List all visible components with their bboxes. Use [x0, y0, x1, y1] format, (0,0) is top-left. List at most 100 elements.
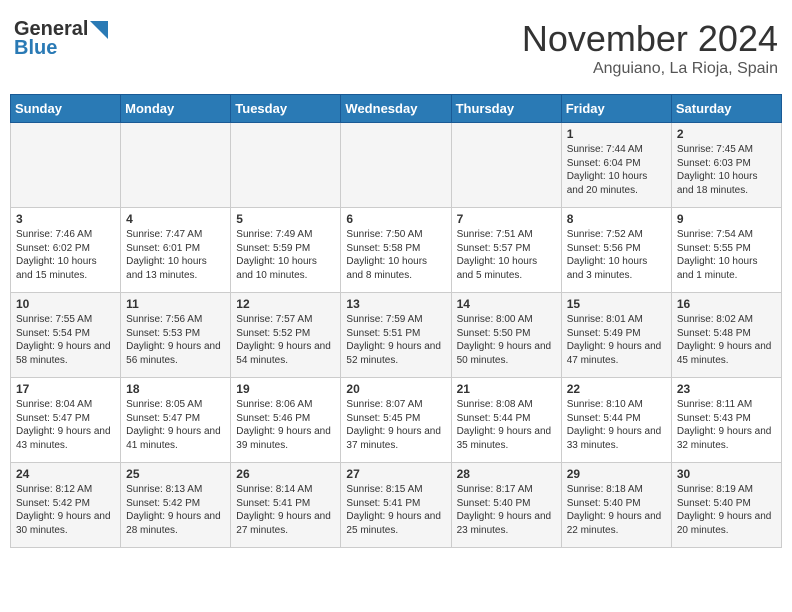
day-number: 17: [16, 382, 115, 396]
day-number: 14: [457, 297, 556, 311]
day-number: 21: [457, 382, 556, 396]
day-number: 13: [346, 297, 445, 311]
day-content: Sunrise: 8:15 AM Sunset: 5:41 PM Dayligh…: [346, 483, 445, 537]
day-number: 27: [346, 467, 445, 481]
calendar-day-9: 9Sunrise: 7:54 AM Sunset: 5:55 PM Daylig…: [671, 208, 781, 293]
calendar-day-14: 14 Sunrise: 8:00 AM Sunset: 5:50 PM Dayli…: [451, 293, 561, 378]
day-content: Sunrise: 7:49 AM Sunset: 5:59 PM Dayligh…: [236, 228, 335, 282]
calendar-day-28: 28 Sunrise: 8:17 AM Sunset: 5:40 PM Dayli…: [451, 463, 561, 548]
weekday-header-monday: Monday: [121, 95, 231, 123]
day-content: Sunrise: 7:52 AM Sunset: 5:56 PM Dayligh…: [567, 228, 666, 282]
day-number: 6: [346, 212, 445, 226]
calendar-table: SundayMondayTuesdayWednesdayThursdayFrid…: [10, 94, 782, 548]
calendar-day-15: 15 Sunrise: 8:01 AM Sunset: 5:49 PM Dayli…: [561, 293, 671, 378]
day-number: 11: [126, 297, 225, 311]
calendar-day-30: 30 Sunrise: 8:19 AM Sunset: 5:40 PM Dayli…: [671, 463, 781, 548]
day-content: Sunrise: 8:05 AM Sunset: 5:47 PM Dayligh…: [126, 398, 225, 452]
weekday-header-saturday: Saturday: [671, 95, 781, 123]
calendar-day-6: 6 Sunrise: 7:50 AM Sunset: 5:58 PM Daylig…: [341, 208, 451, 293]
calendar-day-18: 18 Sunrise: 8:05 AM Sunset: 5:47 PM Dayli…: [121, 378, 231, 463]
day-content: Sunrise: 7:56 AM Sunset: 5:53 PM Dayligh…: [126, 313, 225, 367]
day-content: Sunrise: 7:50 AM Sunset: 5:58 PM Dayligh…: [346, 228, 445, 282]
day-content: Sunrise: 8:06 AM Sunset: 5:46 PM Dayligh…: [236, 398, 335, 452]
day-content: Sunrise: 8:12 AM Sunset: 5:42 PM Dayligh…: [16, 483, 115, 537]
day-number: 15: [567, 297, 666, 311]
calendar-day-19: 19 Sunrise: 8:06 AM Sunset: 5:46 PM Dayli…: [231, 378, 341, 463]
day-content: Sunrise: 7:54 AM Sunset: 5:55 PM Dayligh…: [677, 228, 776, 282]
logo: General Blue: [14, 18, 108, 60]
calendar-empty-cell: [231, 123, 341, 208]
day-content: Sunrise: 7:59 AM Sunset: 5:51 PM Dayligh…: [346, 313, 445, 367]
calendar-day-1: 1 Sunrise: 7:44 AM Sunset: 6:04 PM Daylig…: [561, 123, 671, 208]
logo-icon: [90, 21, 108, 39]
calendar-day-13: 13 Sunrise: 7:59 AM Sunset: 5:51 PM Dayli…: [341, 293, 451, 378]
day-content: Sunrise: 8:02 AM Sunset: 5:48 PM Dayligh…: [677, 313, 776, 367]
calendar-day-3: 3Sunrise: 7:46 AM Sunset: 6:02 PM Daylig…: [11, 208, 121, 293]
day-number: 8: [567, 212, 666, 226]
day-number: 23: [677, 382, 776, 396]
calendar-empty-cell: [11, 123, 121, 208]
calendar-day-8: 8 Sunrise: 7:52 AM Sunset: 5:56 PM Daylig…: [561, 208, 671, 293]
weekday-header-thursday: Thursday: [451, 95, 561, 123]
day-content: Sunrise: 7:47 AM Sunset: 6:01 PM Dayligh…: [126, 228, 225, 282]
day-number: 19: [236, 382, 335, 396]
day-number: 3: [16, 212, 115, 226]
day-content: Sunrise: 8:00 AM Sunset: 5:50 PM Dayligh…: [457, 313, 556, 367]
day-number: 18: [126, 382, 225, 396]
calendar-day-4: 4Sunrise: 7:47 AM Sunset: 6:01 PM Daylig…: [121, 208, 231, 293]
title-block: November 2024 Anguiano, La Rioja, Spain: [522, 18, 778, 78]
day-number: 29: [567, 467, 666, 481]
calendar-week-2: 3Sunrise: 7:46 AM Sunset: 6:02 PM Daylig…: [11, 208, 782, 293]
day-content: Sunrise: 7:55 AM Sunset: 5:54 PM Dayligh…: [16, 313, 115, 367]
calendar-day-7: 7Sunrise: 7:51 AM Sunset: 5:57 PM Daylig…: [451, 208, 561, 293]
day-content: Sunrise: 8:17 AM Sunset: 5:40 PM Dayligh…: [457, 483, 556, 537]
day-number: 26: [236, 467, 335, 481]
day-number: 1: [567, 127, 666, 141]
page-header: General Blue November 2024 Anguiano, La …: [10, 10, 782, 86]
weekday-header-row: SundayMondayTuesdayWednesdayThursdayFrid…: [11, 95, 782, 123]
day-number: 20: [346, 382, 445, 396]
day-content: Sunrise: 8:14 AM Sunset: 5:41 PM Dayligh…: [236, 483, 335, 537]
logo-blue: Blue: [14, 37, 57, 60]
day-content: Sunrise: 8:13 AM Sunset: 5:42 PM Dayligh…: [126, 483, 225, 537]
calendar-day-24: 24 Sunrise: 8:12 AM Sunset: 5:42 PM Dayli…: [11, 463, 121, 548]
weekday-header-tuesday: Tuesday: [231, 95, 341, 123]
day-number: 10: [16, 297, 115, 311]
day-content: Sunrise: 7:45 AM Sunset: 6:03 PM Dayligh…: [677, 143, 776, 197]
weekday-header-friday: Friday: [561, 95, 671, 123]
day-number: 24: [16, 467, 115, 481]
calendar-day-17: 17Sunrise: 8:04 AM Sunset: 5:47 PM Dayli…: [11, 378, 121, 463]
calendar-day-25: 25 Sunrise: 8:13 AM Sunset: 5:42 PM Dayli…: [121, 463, 231, 548]
calendar-day-11: 11 Sunrise: 7:56 AM Sunset: 5:53 PM Dayli…: [121, 293, 231, 378]
day-content: Sunrise: 8:01 AM Sunset: 5:49 PM Dayligh…: [567, 313, 666, 367]
day-content: Sunrise: 7:44 AM Sunset: 6:04 PM Dayligh…: [567, 143, 666, 197]
calendar-day-27: 27 Sunrise: 8:15 AM Sunset: 5:41 PM Dayli…: [341, 463, 451, 548]
day-number: 16: [677, 297, 776, 311]
calendar-day-16: 16 Sunrise: 8:02 AM Sunset: 5:48 PM Dayli…: [671, 293, 781, 378]
day-content: Sunrise: 8:19 AM Sunset: 5:40 PM Dayligh…: [677, 483, 776, 537]
day-content: Sunrise: 8:07 AM Sunset: 5:45 PM Dayligh…: [346, 398, 445, 452]
day-number: 30: [677, 467, 776, 481]
day-number: 22: [567, 382, 666, 396]
calendar-day-22: 22 Sunrise: 8:10 AM Sunset: 5:44 PM Dayli…: [561, 378, 671, 463]
calendar-empty-cell: [121, 123, 231, 208]
calendar-day-12: 12Sunrise: 7:57 AM Sunset: 5:52 PM Dayli…: [231, 293, 341, 378]
calendar-day-21: 21Sunrise: 8:08 AM Sunset: 5:44 PM Dayli…: [451, 378, 561, 463]
day-content: Sunrise: 8:10 AM Sunset: 5:44 PM Dayligh…: [567, 398, 666, 452]
day-content: Sunrise: 8:11 AM Sunset: 5:43 PM Dayligh…: [677, 398, 776, 452]
calendar-week-5: 24 Sunrise: 8:12 AM Sunset: 5:42 PM Dayli…: [11, 463, 782, 548]
month-title: November 2024: [522, 18, 778, 60]
calendar-day-26: 26 Sunrise: 8:14 AM Sunset: 5:41 PM Dayli…: [231, 463, 341, 548]
calendar-week-3: 10 Sunrise: 7:55 AM Sunset: 5:54 PM Dayli…: [11, 293, 782, 378]
calendar-day-2: 2Sunrise: 7:45 AM Sunset: 6:03 PM Daylig…: [671, 123, 781, 208]
day-number: 25: [126, 467, 225, 481]
location: Anguiano, La Rioja, Spain: [522, 60, 778, 78]
calendar-day-20: 20 Sunrise: 8:07 AM Sunset: 5:45 PM Dayli…: [341, 378, 451, 463]
day-number: 28: [457, 467, 556, 481]
calendar-week-1: 1 Sunrise: 7:44 AM Sunset: 6:04 PM Daylig…: [11, 123, 782, 208]
calendar-day-29: 29 Sunrise: 8:18 AM Sunset: 5:40 PM Dayli…: [561, 463, 671, 548]
day-content: Sunrise: 7:51 AM Sunset: 5:57 PM Dayligh…: [457, 228, 556, 282]
calendar-day-5: 5Sunrise: 7:49 AM Sunset: 5:59 PM Daylig…: [231, 208, 341, 293]
day-content: Sunrise: 8:18 AM Sunset: 5:40 PM Dayligh…: [567, 483, 666, 537]
day-content: Sunrise: 7:57 AM Sunset: 5:52 PM Dayligh…: [236, 313, 335, 367]
